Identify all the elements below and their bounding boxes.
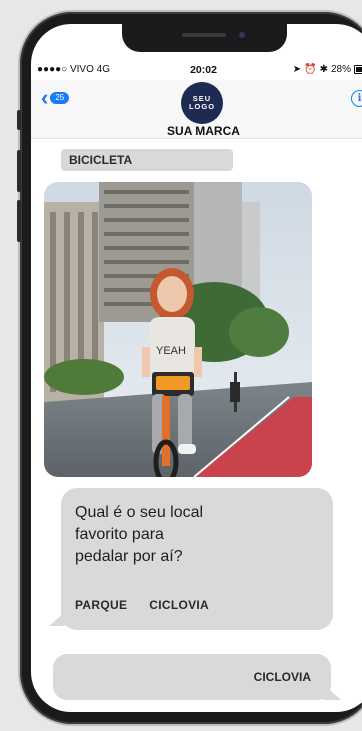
option-parque[interactable]: PARQUE <box>75 598 127 612</box>
speaker <box>182 33 226 37</box>
brand-avatar[interactable]: SEU LOGO <box>181 82 223 124</box>
reply-text: CICLOVIA <box>253 670 311 684</box>
chevron-left-icon: ‹ <box>41 85 49 110</box>
notch <box>122 24 287 52</box>
question-message-bubble: Qual é o seu local favorito para pedalar… <box>61 488 333 630</box>
phone-silent-switch <box>17 110 21 130</box>
reply-message-bubble: CICLOVIA <box>53 654 331 700</box>
info-icon: i <box>357 93 362 104</box>
info-button[interactable]: i <box>351 90 362 107</box>
bluetooth-icon: ✱ <box>319 64 328 75</box>
question-line: favorito para <box>75 526 164 543</box>
chat-header: ‹ 25 SEU LOGO SUA MARCA i <box>31 80 362 139</box>
phone-volume-up <box>17 150 21 192</box>
status-icons: ➤ ⏰ ✱ 28% <box>293 64 362 75</box>
question-line: Qual é o seu local <box>75 504 204 521</box>
shirt-print-text: YEAH <box>156 345 186 357</box>
logo-text-bottom: LOGO <box>188 102 216 111</box>
question-line: pedalar por aí? <box>75 548 183 565</box>
front-camera <box>239 32 245 38</box>
question-bubble-tail <box>49 612 65 626</box>
battery-percent: 28% <box>330 64 351 75</box>
phone-screen: ●●●●○ VIVO 4G 20:02 ➤ ⏰ ✱ 28% ‹ 25 SEU L… <box>31 24 362 712</box>
location-icon: ➤ <box>292 64 302 75</box>
alarm-icon: ⏰ <box>304 64 317 75</box>
unread-count-badge: 25 <box>50 92 70 104</box>
battery-icon <box>354 65 362 74</box>
option-ciclovia[interactable]: CICLOVIA <box>149 598 209 612</box>
cyclist-photo-illustration: YEAH <box>44 182 312 477</box>
question-text: Qual é o seu local favorito para pedalar… <box>75 502 275 568</box>
reply-bubble-tail <box>323 684 341 700</box>
message-photo[interactable]: YEAH <box>44 182 312 477</box>
topic-text: BICICLETA <box>69 153 133 167</box>
quick-reply-options: PARQUE CICLOVIA <box>75 598 209 612</box>
status-bar: ●●●●○ VIVO 4G 20:02 ➤ ⏰ ✱ 28% <box>31 64 362 78</box>
back-button[interactable]: ‹ 25 <box>41 85 70 110</box>
topic-message-bubble: BICICLETA <box>61 149 233 171</box>
contact-name: SUA MARCA <box>167 124 240 138</box>
phone-volume-down <box>17 200 21 242</box>
